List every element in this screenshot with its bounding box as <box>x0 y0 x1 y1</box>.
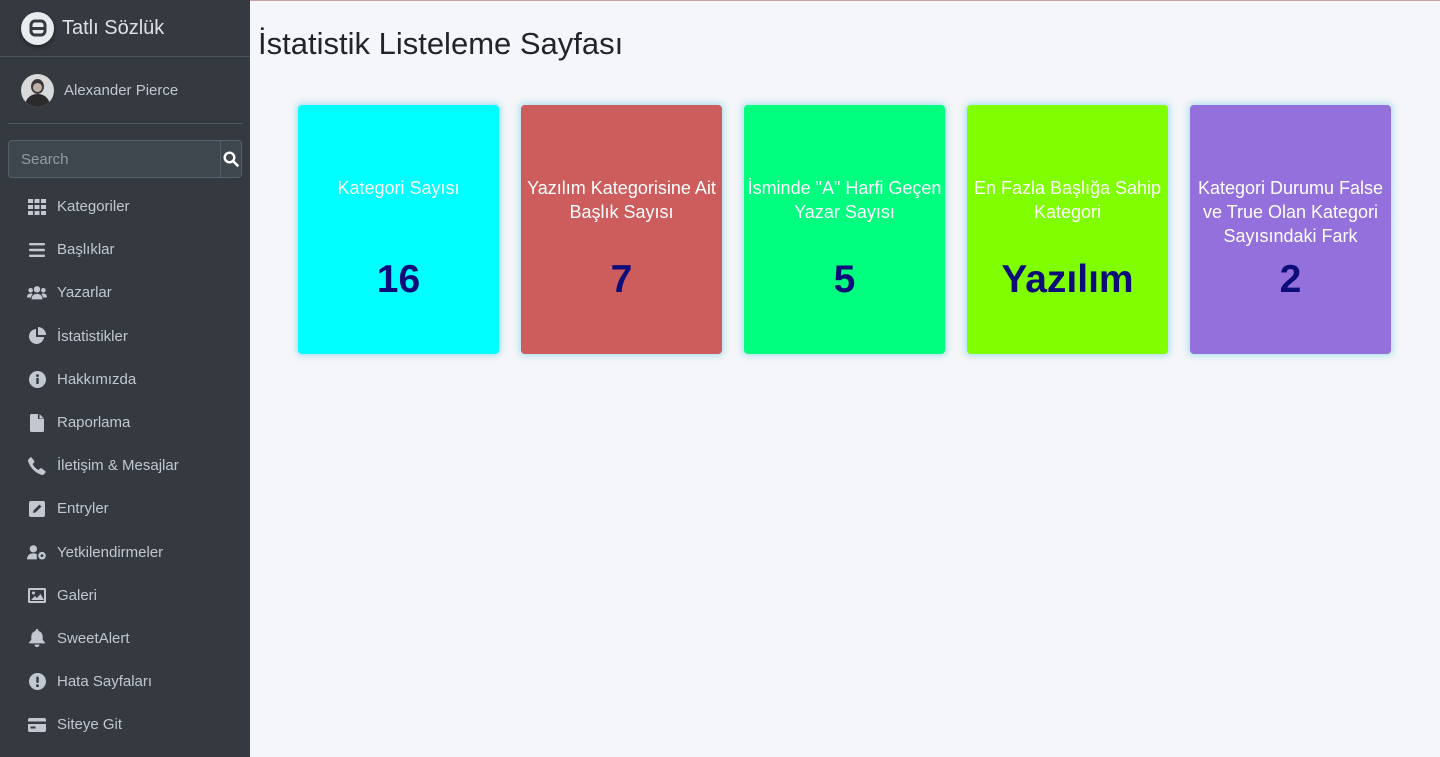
sidebar-item-entryler[interactable]: Entryler <box>0 487 250 530</box>
sidebar-item-yazarlar[interactable]: Yazarlar <box>0 271 250 314</box>
user-name[interactable]: Alexander Pierce <box>64 82 178 99</box>
user-panel[interactable]: Alexander Pierce <box>8 57 242 124</box>
sidebar-item-yetkilendirmeler[interactable]: Yetkilendirmeler <box>0 531 250 574</box>
grid-icon <box>27 197 47 217</box>
avatar <box>21 73 54 107</box>
sidebar-item-hata-sayfalari[interactable]: Hata Sayfaları <box>0 660 250 703</box>
user-cog-icon <box>27 542 47 562</box>
sidebar-item-iletisim[interactable]: İletişim & Mesajlar <box>0 444 250 487</box>
brand-logo-icon <box>21 11 54 45</box>
sidebar-item-label: Yazarlar <box>57 284 112 302</box>
sidebar-item-label: Başlıklar <box>57 241 115 259</box>
sidebar-item-istatistikler[interactable]: İstatistikler <box>0 315 250 358</box>
sidebar-item-raporlama[interactable]: Raporlama <box>0 401 250 444</box>
pie-chart-icon <box>27 326 47 346</box>
users-icon <box>27 283 47 303</box>
sidebar-item-label: SweetAlert <box>57 629 130 647</box>
sidebar-nav: Kategoriler Başlıklar Yazarlar İstatisti… <box>0 185 250 746</box>
sidebar: Tatlı Sözlük Alexander Pierce Kategorile… <box>0 0 250 757</box>
sidebar-item-basliklar[interactable]: Başlıklar <box>0 228 250 271</box>
sidebar-item-label: İletişim & Mesajlar <box>57 457 179 475</box>
sidebar-item-label: İstatistikler <box>57 327 128 345</box>
stat-card-value: 2 <box>1279 258 1302 301</box>
sidebar-item-label: Kategoriler <box>57 198 130 216</box>
sidebar-item-sweetalert[interactable]: SweetAlert <box>0 617 250 660</box>
search-button[interactable] <box>220 140 242 178</box>
sidebar-search <box>8 140 242 178</box>
sidebar-item-kategoriler[interactable]: Kategoriler <box>0 185 250 228</box>
sidebar-item-label: Entryler <box>57 500 109 518</box>
stat-card-en-fazla-baslik-kategori: En Fazla Başlığa Sahip Kategori Yazılım <box>967 105 1168 354</box>
sidebar-item-galeri[interactable]: Galeri <box>0 574 250 617</box>
sidebar-item-label: Hakkımızda <box>57 370 137 388</box>
stat-card-title: Kategori Sayısı <box>337 178 460 198</box>
page-title: İstatistik Listeleme Sayfası <box>258 26 624 61</box>
stat-card-value: Yazılım <box>1001 258 1134 301</box>
sidebar-item-label: Hata Sayfaları <box>57 673 153 691</box>
sidebar-item-label: Siteye Git <box>57 716 123 734</box>
stat-card-title: Yazılım Kategorisine Ait Başlık Sayısı <box>527 178 716 222</box>
sidebar-item-hakkimizda[interactable]: Hakkımızda <box>0 358 250 401</box>
stat-card-durum-farki: Kategori Durumu False ve True Olan Kateg… <box>1190 105 1391 354</box>
stat-card-yazilim-baslik-sayisi: Yazılım Kategorisine Ait Başlık Sayısı 7 <box>521 105 722 354</box>
stat-card-a-harfli-yazar-sayisi: İsminde "A" Harfi Geçen Yazar Sayısı 5 <box>744 105 945 354</box>
image-icon <box>27 585 47 605</box>
search-input[interactable] <box>8 140 220 178</box>
edit-icon <box>27 499 47 519</box>
sidebar-item-siteye-git[interactable]: Siteye Git <box>0 703 250 746</box>
sidebar-item-label: Yetkilendirmeler <box>57 543 164 561</box>
stat-card-value: 5 <box>833 258 856 301</box>
stat-card-title: En Fazla Başlığa Sahip Kategori <box>973 178 1162 222</box>
sidebar-item-label: Galeri <box>57 586 98 604</box>
stat-card-kategori-sayisi: Kategori Sayısı 16 <box>298 105 499 354</box>
file-icon <box>27 413 47 433</box>
stat-card-title: İsminde "A" Harfi Geçen Yazar Sayısı <box>747 178 942 222</box>
phone-icon <box>27 456 47 476</box>
stat-card-value: 16 <box>376 258 421 301</box>
info-icon <box>27 369 47 389</box>
search-icon <box>223 151 239 167</box>
sidebar-item-label: Raporlama <box>57 414 131 432</box>
stat-card-value: 7 <box>610 258 633 301</box>
brand-title: Tatlı Sözlük <box>62 16 165 39</box>
brand-link[interactable]: Tatlı Sözlük <box>0 0 250 57</box>
exclamation-icon <box>27 672 47 692</box>
content-wrapper: İstatistik Listeleme Sayfası Kategori Sa… <box>250 0 1440 757</box>
stat-card-title: Kategori Durumu False ve True Olan Kateg… <box>1197 178 1384 246</box>
bell-icon <box>27 628 47 648</box>
card-icon <box>27 715 47 735</box>
bars-icon <box>27 240 47 260</box>
